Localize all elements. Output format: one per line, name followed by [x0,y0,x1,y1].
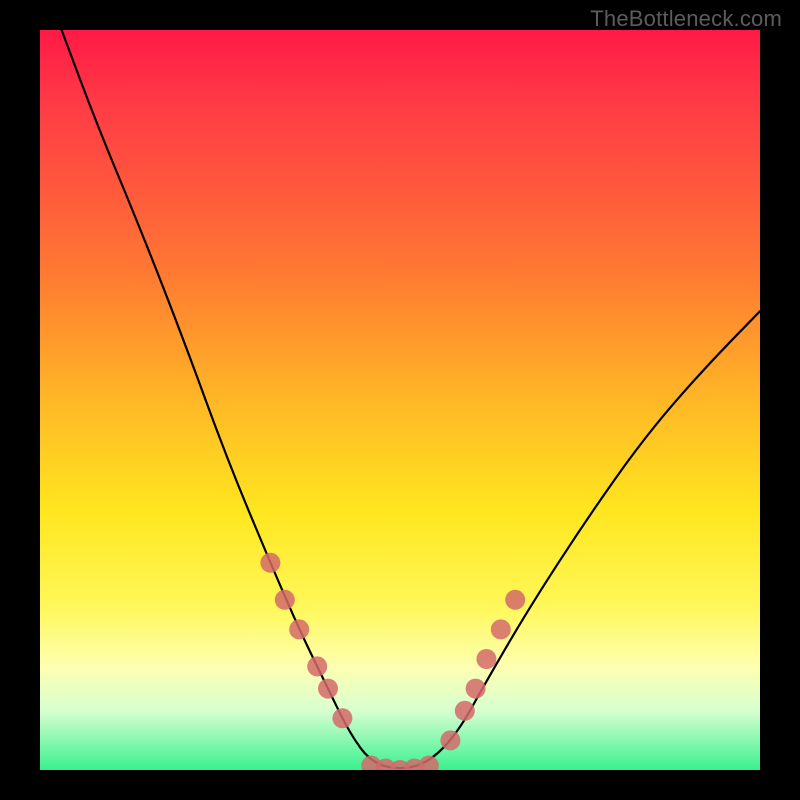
highlight-dot [332,708,352,728]
highlight-dot [505,590,525,610]
plot-area [40,30,760,770]
highlight-dot [289,619,309,639]
highlight-dot [476,649,496,669]
highlight-dot [466,679,486,699]
chart-frame: TheBottleneck.com [0,0,800,800]
highlight-dot [455,701,475,721]
highlight-dot [440,730,460,750]
curve-layer [40,30,760,770]
watermark-text: TheBottleneck.com [590,6,782,32]
bottleneck-curve [62,30,760,768]
highlight-dots [260,553,525,770]
highlight-dot [307,656,327,676]
highlight-dot [275,590,295,610]
highlight-dot [419,756,439,770]
highlight-dot [318,679,338,699]
highlight-dot [491,619,511,639]
highlight-dot [260,553,280,573]
